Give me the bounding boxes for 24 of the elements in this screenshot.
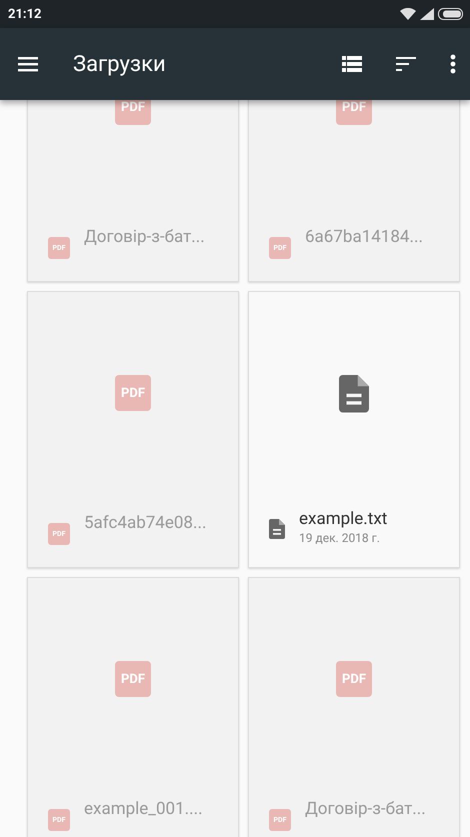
status-time: 21:12 xyxy=(8,6,42,22)
more-button[interactable] xyxy=(450,54,456,74)
file-name: Договір-з-бат... xyxy=(84,227,205,247)
list-view-button[interactable] xyxy=(342,56,362,72)
file-name: example_001.... xyxy=(84,799,203,819)
app-title: Загрузки xyxy=(73,52,167,76)
file-name: 5afc4ab74e08... xyxy=(84,513,206,533)
pdf-icon: PDF xyxy=(336,661,372,697)
pdf-icon: PDF xyxy=(336,100,372,125)
document-icon xyxy=(339,375,369,412)
file-name: 6a67ba14184... xyxy=(305,227,423,247)
battery-icon xyxy=(438,8,464,20)
file-card[interactable]: example.txt 19 дек. 2018 г. xyxy=(248,291,460,568)
pdf-icon: PDF xyxy=(115,100,151,125)
menu-button[interactable] xyxy=(18,56,38,72)
signal-icon xyxy=(420,8,434,20)
pdf-icon: PDF xyxy=(115,661,151,697)
file-date: 19 дек. 2018 г. xyxy=(299,531,381,545)
file-name: Договір-з-бат... xyxy=(305,799,426,819)
sort-button[interactable] xyxy=(396,57,416,71)
wifi-icon xyxy=(400,8,416,20)
file-name: example.txt xyxy=(299,509,388,529)
pdf-icon: PDF xyxy=(115,375,151,411)
document-icon xyxy=(269,519,285,539)
